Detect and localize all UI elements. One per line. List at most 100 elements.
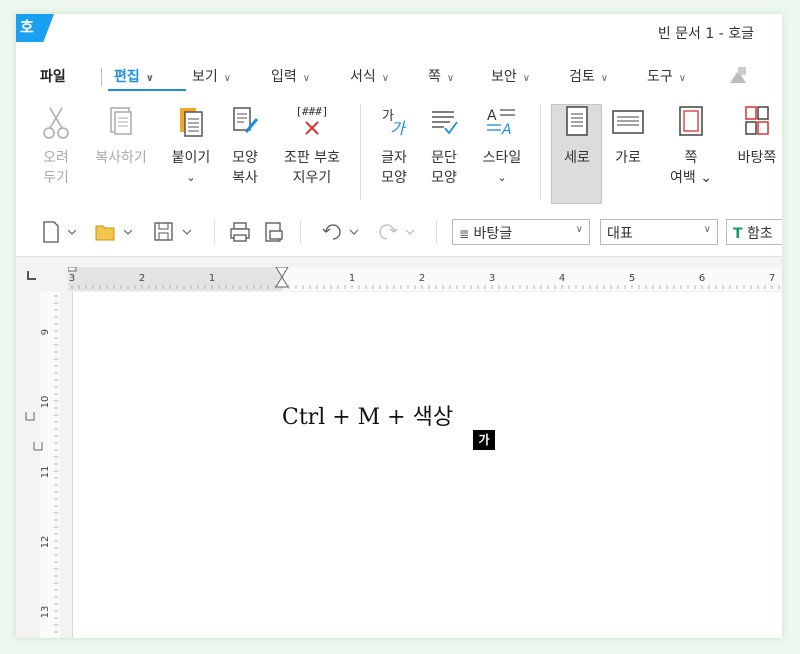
style-icon: A A bbox=[487, 108, 515, 138]
window-title: 빈 문서 1 - 호글 bbox=[657, 26, 754, 42]
ruler-label: 5 bbox=[629, 273, 635, 284]
ruler-label: 1 bbox=[209, 273, 215, 284]
ruler-label: 2 bbox=[419, 273, 425, 284]
ruler-label: 10 bbox=[40, 396, 51, 409]
ruler-label: 7 bbox=[769, 273, 775, 284]
ribbon-divider bbox=[360, 104, 361, 200]
shapes-icon[interactable] bbox=[726, 65, 750, 85]
menu-security[interactable]: 보안 ∨ bbox=[491, 66, 530, 86]
language-select[interactable]: 대표 ∨ bbox=[600, 219, 718, 245]
save-icon[interactable] bbox=[152, 220, 198, 244]
chevron-down-icon: ∨ bbox=[145, 73, 154, 84]
copy-icon bbox=[110, 107, 132, 135]
toolbar-divider bbox=[214, 220, 215, 244]
ruler-label: 6 bbox=[699, 273, 705, 284]
vertical-margin-marker-icon bbox=[25, 412, 35, 421]
app-window: 호 빈 문서 1 - 호글 파일 편집 ∨ 보기 ∨ 입력 ∨ 서식 ∨ 쪽 ∨ 보안 ∨ … bbox=[16, 14, 782, 638]
paste-button[interactable]: 붙이기 ⌄ bbox=[166, 102, 216, 188]
svg-text:A: A bbox=[487, 108, 497, 124]
menu-review[interactable]: 검토 ∨ bbox=[569, 66, 608, 86]
undo-icon[interactable] bbox=[320, 220, 366, 244]
print-preview-icon[interactable] bbox=[262, 220, 286, 244]
svg-text:[###]: [###] bbox=[295, 105, 328, 118]
paragraph-style-icon: ≣ bbox=[459, 227, 470, 241]
ruler-label: 4 bbox=[559, 273, 565, 284]
master-page-button[interactable]: 바탕쪽 bbox=[732, 102, 782, 168]
menu-tools[interactable]: 도구 ∨ bbox=[647, 66, 686, 86]
menu-input[interactable]: 입력 ∨ bbox=[271, 66, 310, 86]
chevron-down-icon: ∨ bbox=[678, 73, 687, 84]
menu-format[interactable]: 서식 ∨ bbox=[350, 66, 389, 86]
menu-page[interactable]: 쪽 ∨ bbox=[428, 66, 454, 86]
chevron-down-icon: ∨ bbox=[703, 224, 711, 235]
chevron-down-icon: ∨ bbox=[600, 73, 609, 84]
ruler-label: 13 bbox=[40, 606, 51, 619]
ruler-label: 1 bbox=[349, 273, 355, 284]
margins-icon bbox=[679, 106, 703, 136]
menu-edit[interactable]: 편집 ∨ bbox=[114, 66, 154, 86]
scissors-icon bbox=[43, 107, 69, 139]
title-bar: 호 빈 문서 1 - 호글 bbox=[16, 14, 782, 54]
char-shape-icon: 가 가 bbox=[382, 109, 407, 138]
ruler-corner-icon[interactable] bbox=[26, 269, 38, 281]
svg-text:가: 가 bbox=[390, 119, 407, 138]
portrait-button[interactable]: 세로 bbox=[552, 102, 602, 168]
document-page[interactable] bbox=[72, 292, 782, 638]
cut-button[interactable]: 오려 두기 bbox=[36, 102, 76, 188]
menu-view[interactable]: 보기 ∨ bbox=[192, 66, 231, 86]
new-document-icon[interactable] bbox=[40, 220, 84, 244]
ruler-label: 9 bbox=[40, 329, 51, 335]
font-select[interactable]: T 함초 bbox=[726, 219, 782, 245]
horizontal-ruler[interactable]: 3 2 1 1 2 3 4 5 6 7 bbox=[68, 267, 782, 291]
vruler-strip bbox=[40, 292, 60, 638]
redo-icon[interactable] bbox=[376, 220, 422, 244]
left-margin-marker-icon bbox=[68, 267, 77, 272]
ruler-label: 3 bbox=[489, 273, 495, 284]
app-logo[interactable]: 호 bbox=[16, 14, 54, 42]
svg-text:A: A bbox=[501, 122, 512, 138]
master-page-icon bbox=[745, 106, 769, 135]
portrait-page-icon bbox=[566, 106, 588, 136]
paragraph-icon bbox=[432, 111, 458, 135]
char-shape-button[interactable]: 가 가 글자 모양 bbox=[372, 102, 416, 188]
clear-codes-button[interactable]: [###] 조판 부호 지우기 bbox=[274, 102, 350, 188]
document-text[interactable]: Ctrl + M + 색상 bbox=[282, 399, 453, 431]
font-icon: T bbox=[733, 226, 743, 242]
menu-file[interactable]: 파일 bbox=[40, 66, 66, 86]
standard-toolbar: ≣ 바탕글 ∨ 대표 ∨ T 함초 bbox=[16, 214, 782, 250]
chevron-down-icon: ∨ bbox=[381, 73, 390, 84]
landscape-page-icon bbox=[612, 110, 644, 134]
format-painter-icon bbox=[233, 107, 259, 133]
ime-indicator: 가 bbox=[473, 430, 495, 450]
paste-icon bbox=[180, 108, 203, 137]
ribbon-divider bbox=[540, 104, 541, 200]
open-folder-icon[interactable] bbox=[94, 220, 140, 244]
toolbar-divider bbox=[436, 220, 437, 244]
chevron-down-icon: ∨ bbox=[522, 73, 531, 84]
landscape-button[interactable]: 가로 bbox=[606, 102, 650, 168]
copy-button[interactable]: 복사하기 bbox=[88, 102, 154, 168]
vertical-ruler[interactable]: 9 10 11 12 13 bbox=[16, 292, 72, 638]
format-copy-button[interactable]: 모양 복사 bbox=[222, 102, 268, 188]
chevron-down-icon: ∨ bbox=[223, 73, 232, 84]
chevron-down-icon: ∨ bbox=[302, 73, 311, 84]
ruler-label: 3 bbox=[69, 273, 75, 284]
ribbon: 오려 두기 복사하기 붙이기 ⌄ 모양 복사 [###] 조판 부호 지우기 가… bbox=[16, 96, 782, 208]
style-select[interactable]: ≣ 바탕글 ∨ bbox=[452, 219, 590, 245]
menu-divider bbox=[101, 68, 102, 86]
ruler-label: 2 bbox=[139, 273, 145, 284]
toolbar-divider bbox=[300, 220, 301, 244]
print-icon[interactable] bbox=[228, 220, 252, 244]
page-margins-button[interactable]: 쪽 여백 ⌄ bbox=[666, 102, 716, 188]
clear-codes-icon: [###] bbox=[295, 105, 329, 135]
ruler-label: 12 bbox=[40, 536, 51, 549]
ruler-label: 11 bbox=[40, 466, 51, 479]
style-button[interactable]: A A 스타일 ⌄ bbox=[474, 102, 530, 188]
active-menu-indicator bbox=[108, 89, 186, 91]
vertical-ruler-area: 9 10 11 12 13 bbox=[16, 292, 72, 638]
menu-bar: 파일 편집 ∨ 보기 ∨ 입력 ∨ 서식 ∨ 쪽 ∨ 보안 ∨ 검토 ∨ 도구 ∨ bbox=[16, 56, 782, 92]
chevron-down-icon: ∨ bbox=[446, 73, 455, 84]
para-shape-button[interactable]: 문단 모양 bbox=[422, 102, 466, 188]
chevron-down-icon: ∨ bbox=[575, 224, 583, 235]
horizontal-ruler-row: 3 2 1 1 2 3 4 5 6 7 bbox=[16, 256, 782, 292]
